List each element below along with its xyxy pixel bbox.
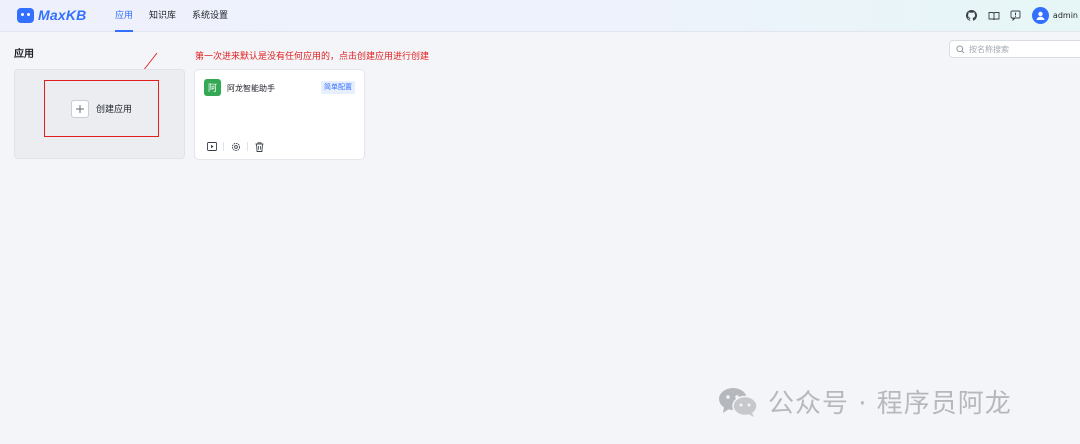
app-avatar: 阿 <box>204 79 221 96</box>
wechat-icon <box>719 387 758 417</box>
delete-icon[interactable] <box>254 141 265 152</box>
create-app-button[interactable]: 创建应用 <box>44 80 159 137</box>
nav-item-settings[interactable]: 系统设置 <box>192 0 228 32</box>
divider <box>223 142 224 151</box>
logo[interactable]: MaxKB <box>17 7 86 23</box>
settings-icon[interactable] <box>230 141 241 152</box>
page-title: 应用 <box>14 49 34 60</box>
logo-icon <box>17 7 34 23</box>
top-header: MaxKB 应用 知识库 系统设置 admin <box>0 0 1080 32</box>
header-actions: admin <box>966 7 1078 24</box>
search-input[interactable] <box>969 44 1079 54</box>
play-icon[interactable] <box>206 141 217 152</box>
main-nav: 应用 知识库 系统设置 <box>115 0 244 32</box>
search-icon <box>956 44 965 53</box>
logo-text: MaxKB <box>38 7 87 23</box>
annotation-text: 第一次进来默认是没有任何应用的，点击创建应用进行创建 <box>195 52 430 62</box>
divider <box>247 142 248 151</box>
username[interactable]: admin <box>1053 11 1078 20</box>
plus-icon <box>70 99 89 118</box>
search-box[interactable] <box>949 40 1080 58</box>
app-card[interactable]: 阿 阿龙智能助手 简单配置 <box>194 69 365 160</box>
app-type-badge: 简单配置 <box>321 81 355 94</box>
user-avatar[interactable] <box>1031 7 1049 24</box>
app-name: 阿龙智能助手 <box>227 84 275 93</box>
nav-item-knowledge[interactable]: 知识库 <box>149 0 176 32</box>
watermark-text: 公众号 · 程序员阿龙 <box>768 389 1012 419</box>
app-actions <box>206 141 265 152</box>
book-icon[interactable] <box>988 10 1000 22</box>
watermark: 公众号 · 程序员阿龙 <box>718 383 1012 420</box>
create-app-label: 创建应用 <box>95 105 132 115</box>
feedback-icon[interactable] <box>1010 10 1022 22</box>
github-icon[interactable] <box>966 10 978 22</box>
nav-item-apps[interactable]: 应用 <box>115 0 134 32</box>
